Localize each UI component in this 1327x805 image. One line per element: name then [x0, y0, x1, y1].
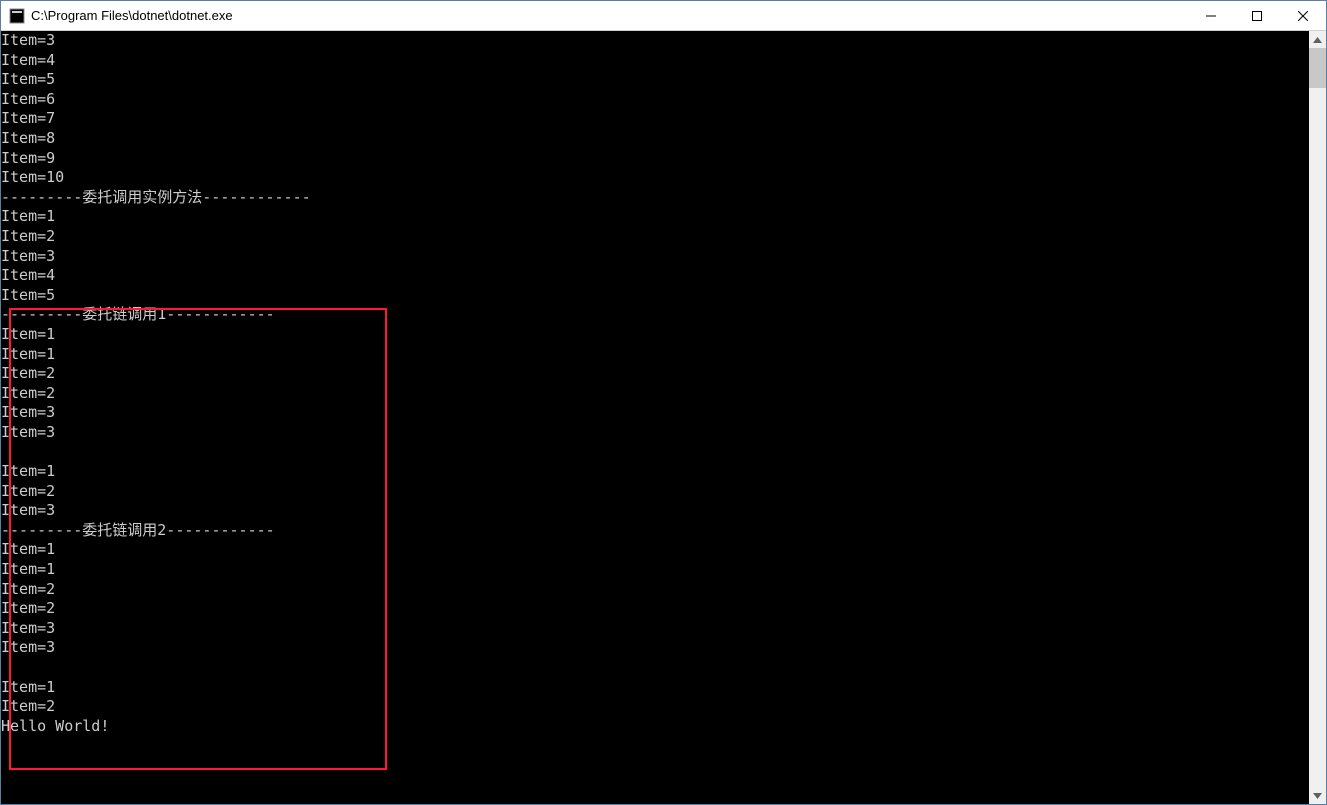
minimize-button[interactable] — [1188, 1, 1234, 31]
console-line: Item=2 — [1, 599, 1309, 619]
console-line: Hello World! — [1, 717, 1309, 737]
console-line: Item=7 — [1, 109, 1309, 129]
console-line: ---------委托调用实例方法------------ — [1, 188, 1309, 208]
vertical-scrollbar[interactable] — [1309, 31, 1326, 804]
console-line — [1, 658, 1309, 678]
scroll-thumb[interactable] — [1309, 48, 1326, 88]
client-area: Item=3Item=4Item=5Item=6Item=7Item=8Item… — [1, 31, 1326, 804]
console-line: Item=2 — [1, 580, 1309, 600]
scroll-down-arrow-icon[interactable] — [1309, 787, 1326, 804]
console-line: Item=3 — [1, 638, 1309, 658]
console-line: Item=1 — [1, 560, 1309, 580]
console-line: Item=10 — [1, 168, 1309, 188]
scroll-up-arrow-icon[interactable] — [1309, 31, 1326, 48]
window-title: C:\Program Files\dotnet\dotnet.exe — [31, 8, 1188, 23]
console-line: Item=8 — [1, 129, 1309, 149]
console-line: Item=1 — [1, 325, 1309, 345]
console-line — [1, 442, 1309, 462]
console-line: Item=9 — [1, 149, 1309, 169]
console-line: Item=2 — [1, 364, 1309, 384]
console-line: Item=1 — [1, 462, 1309, 482]
console-line: Item=3 — [1, 619, 1309, 639]
console-line: Item=6 — [1, 90, 1309, 110]
console-line: Item=1 — [1, 540, 1309, 560]
app-icon — [9, 8, 25, 24]
console-line: Item=3 — [1, 403, 1309, 423]
console-line: Item=5 — [1, 70, 1309, 90]
console-line: Item=2 — [1, 482, 1309, 502]
console-line: Item=1 — [1, 345, 1309, 365]
console-line: Item=4 — [1, 266, 1309, 286]
console-line: Item=3 — [1, 247, 1309, 267]
console-line: Item=2 — [1, 384, 1309, 404]
console-line: Item=3 — [1, 501, 1309, 521]
console-line: Item=5 — [1, 286, 1309, 306]
console-line: ---------委托链调用1------------ — [1, 305, 1309, 325]
console-line: Item=2 — [1, 697, 1309, 717]
console-window: C:\Program Files\dotnet\dotnet.exe Item=… — [0, 0, 1327, 805]
titlebar[interactable]: C:\Program Files\dotnet\dotnet.exe — [1, 1, 1326, 31]
console-line: ---------委托链调用2------------ — [1, 521, 1309, 541]
console-line: Item=2 — [1, 227, 1309, 247]
console-line: Item=1 — [1, 207, 1309, 227]
console-line: Item=3 — [1, 31, 1309, 51]
window-controls — [1188, 1, 1326, 30]
console-line: Item=3 — [1, 423, 1309, 443]
maximize-button[interactable] — [1234, 1, 1280, 31]
close-button[interactable] — [1280, 1, 1326, 31]
console-line: Item=1 — [1, 678, 1309, 698]
console-output[interactable]: Item=3Item=4Item=5Item=6Item=7Item=8Item… — [1, 31, 1309, 804]
scroll-track[interactable] — [1309, 48, 1326, 787]
console-line: Item=4 — [1, 51, 1309, 71]
